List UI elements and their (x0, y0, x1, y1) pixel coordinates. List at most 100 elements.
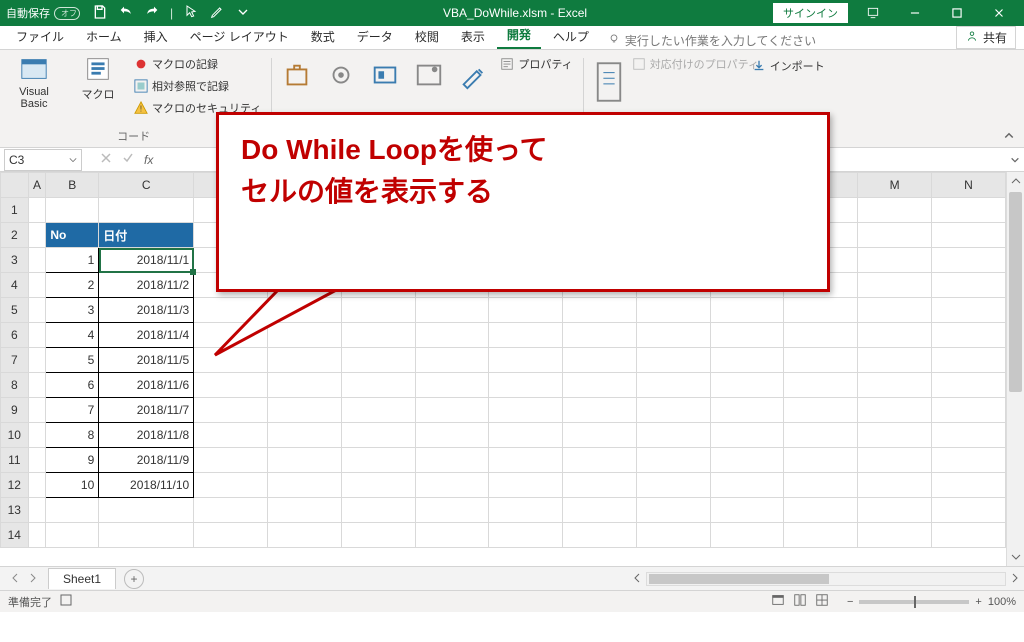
insert-controls-icon[interactable] (414, 60, 444, 90)
cell[interactable] (932, 473, 1006, 498)
row-header[interactable]: 9 (1, 398, 29, 423)
cell[interactable] (489, 523, 563, 548)
cell[interactable]: 1 (46, 248, 99, 273)
cell[interactable] (415, 373, 489, 398)
cell[interactable] (636, 298, 710, 323)
cell[interactable] (636, 473, 710, 498)
cell[interactable] (46, 498, 99, 523)
cell[interactable] (28, 523, 46, 548)
cell[interactable] (784, 298, 858, 323)
cell[interactable] (563, 523, 637, 548)
pen-icon[interactable] (209, 4, 225, 23)
scroll-down-icon[interactable] (1007, 548, 1024, 566)
cell[interactable] (46, 198, 99, 223)
cell[interactable] (28, 473, 46, 498)
cell[interactable] (489, 298, 563, 323)
page-layout-view-icon[interactable] (793, 593, 807, 610)
cell[interactable] (194, 448, 268, 473)
tab-view[interactable]: 表示 (451, 24, 495, 49)
cell[interactable]: 8 (46, 423, 99, 448)
hscroll-track[interactable] (646, 572, 1006, 586)
scroll-left-icon[interactable] (632, 572, 642, 586)
cell[interactable]: 2018/11/5 (99, 348, 194, 373)
row-header[interactable]: 6 (1, 323, 29, 348)
cell[interactable] (710, 373, 784, 398)
normal-view-icon[interactable] (771, 593, 785, 610)
cell[interactable]: 2018/11/10 (99, 473, 194, 498)
row-header[interactable]: 8 (1, 373, 29, 398)
cell[interactable] (710, 523, 784, 548)
macro-button[interactable]: マクロ (70, 54, 126, 102)
cell[interactable] (858, 298, 932, 323)
cell[interactable] (858, 473, 932, 498)
tab-developer[interactable]: 開発 (497, 22, 541, 49)
cell[interactable] (710, 298, 784, 323)
redo-icon[interactable] (144, 4, 160, 23)
cell[interactable] (563, 473, 637, 498)
tab-home[interactable]: ホーム (76, 24, 132, 49)
cell[interactable]: 2 (46, 273, 99, 298)
cell[interactable] (415, 323, 489, 348)
sheet-nav-next-icon[interactable] (28, 572, 38, 586)
cell[interactable] (858, 223, 932, 248)
autosave-toggle[interactable]: 自動保存 オフ (6, 5, 80, 21)
cell[interactable] (268, 398, 342, 423)
cell[interactable] (784, 498, 858, 523)
cell[interactable] (710, 498, 784, 523)
qat-dropdown-icon[interactable] (235, 4, 251, 23)
row-header[interactable]: 11 (1, 448, 29, 473)
cell[interactable] (858, 523, 932, 548)
cell[interactable] (784, 523, 858, 548)
cell[interactable] (194, 423, 268, 448)
row-header[interactable]: 13 (1, 498, 29, 523)
cell[interactable] (932, 223, 1006, 248)
select-all-button[interactable] (1, 173, 29, 198)
cell[interactable] (28, 373, 46, 398)
cell[interactable] (784, 473, 858, 498)
cell[interactable] (99, 523, 194, 548)
cell[interactable] (341, 523, 415, 548)
cell[interactable] (415, 348, 489, 373)
macro-record-status-icon[interactable] (60, 594, 72, 609)
row-header[interactable]: 1 (1, 198, 29, 223)
cell[interactable] (858, 398, 932, 423)
cell[interactable]: 3 (46, 298, 99, 323)
cell[interactable] (932, 448, 1006, 473)
cell[interactable] (415, 498, 489, 523)
cell[interactable] (28, 348, 46, 373)
cell[interactable] (489, 398, 563, 423)
close-icon[interactable] (982, 1, 1016, 25)
tellme-search[interactable]: 実行したい作業を入力してください (607, 32, 816, 49)
cell[interactable]: 6 (46, 373, 99, 398)
cell[interactable]: 4 (46, 323, 99, 348)
cell[interactable]: 2018/11/2 (99, 273, 194, 298)
sheet-tab[interactable]: Sheet1 (48, 568, 116, 589)
tab-layout[interactable]: ページ レイアウト (180, 24, 299, 49)
cell[interactable] (341, 373, 415, 398)
tab-review[interactable]: 校閲 (405, 24, 449, 49)
cell[interactable] (858, 348, 932, 373)
scroll-thumb[interactable] (1009, 192, 1022, 392)
row-header[interactable]: 3 (1, 248, 29, 273)
add-sheet-button[interactable]: + (124, 569, 144, 589)
cell[interactable] (932, 298, 1006, 323)
cell[interactable] (932, 273, 1006, 298)
cell[interactable] (268, 523, 342, 548)
cell[interactable]: 2018/11/9 (99, 448, 194, 473)
cell[interactable] (636, 348, 710, 373)
col-B[interactable]: B (46, 173, 99, 198)
tab-insert[interactable]: 挿入 (134, 24, 178, 49)
cell[interactable] (563, 448, 637, 473)
cursor-icon[interactable] (183, 4, 199, 23)
cell[interactable]: 2018/11/6 (99, 373, 194, 398)
cell[interactable] (710, 398, 784, 423)
cell[interactable] (932, 198, 1006, 223)
cell[interactable] (932, 323, 1006, 348)
cell[interactable] (415, 398, 489, 423)
cell[interactable] (341, 298, 415, 323)
cell[interactable] (341, 323, 415, 348)
cell[interactable] (636, 373, 710, 398)
cell[interactable] (858, 323, 932, 348)
cell[interactable] (28, 498, 46, 523)
cell[interactable] (858, 273, 932, 298)
